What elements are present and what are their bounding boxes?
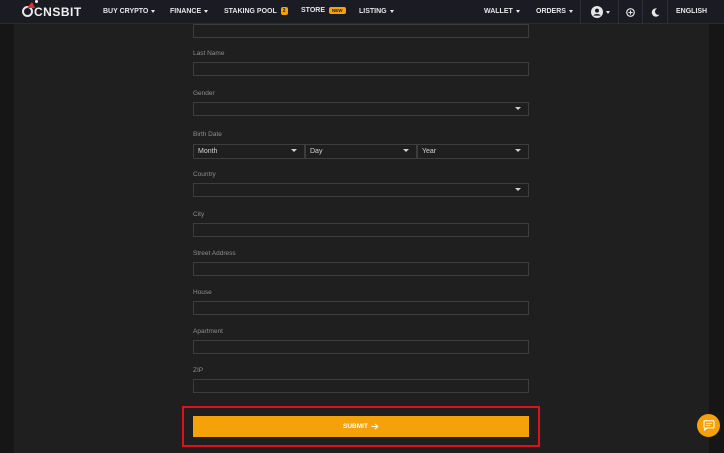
first-name-input[interactable]	[193, 24, 529, 38]
nav-listing-label: LISTING	[359, 8, 387, 15]
chevron-down-icon	[515, 188, 521, 191]
nav-wallet-label: WALLET	[484, 8, 513, 15]
submit-label: SUBMIT	[343, 423, 368, 430]
nav-listing[interactable]: LISTING	[359, 8, 394, 15]
submit-button[interactable]: SUBMIT	[193, 416, 529, 437]
download-icon	[625, 7, 635, 17]
nav-divider	[618, 0, 619, 24]
house-label: House	[193, 289, 212, 296]
store-new-badge: NEW	[329, 7, 346, 14]
gender-label: Gender	[193, 90, 215, 97]
download-app-button[interactable]	[620, 0, 640, 24]
chevron-down-icon	[291, 149, 297, 152]
chevron-down-icon	[151, 10, 156, 13]
user-avatar-icon	[590, 6, 603, 18]
nav-orders-label: ORDERS	[536, 8, 566, 15]
street-address-input[interactable]	[193, 262, 529, 276]
birth-month-select[interactable]: Month	[193, 144, 305, 159]
birth-date-label: Birth Date	[193, 131, 222, 138]
birth-day-select[interactable]: Day	[305, 144, 417, 159]
nav-finance[interactable]: FINANCE	[170, 8, 209, 15]
nav-divider	[580, 0, 581, 24]
language-label: ENGLISH	[676, 8, 708, 15]
staking-pool-badge: 2	[280, 7, 288, 15]
chevron-down-icon	[568, 10, 573, 13]
zip-input[interactable]	[193, 379, 529, 393]
nav-orders[interactable]: ORDERS	[536, 8, 573, 15]
country-select[interactable]	[193, 183, 529, 197]
nav-divider	[667, 0, 668, 24]
language-selector[interactable]: ENGLISH	[676, 8, 707, 15]
chevron-down-icon	[403, 149, 409, 152]
chat-icon	[703, 420, 714, 431]
nav-buy-crypto-label: BUY CRYPTO	[103, 8, 149, 15]
last-name-label: Last Name	[193, 50, 225, 57]
account-menu-button[interactable]	[588, 0, 612, 24]
chevron-down-icon	[605, 10, 610, 14]
nav-divider	[642, 0, 643, 24]
birth-month-value: Month	[198, 148, 218, 155]
birth-day-value: Day	[310, 148, 323, 155]
chevron-down-icon	[204, 10, 209, 13]
city-label: City	[193, 211, 205, 218]
street-address-label: Street Address	[193, 250, 236, 257]
birth-year-select[interactable]: Year	[417, 144, 529, 159]
brand-logo[interactable]: CNSBIT	[22, 0, 82, 19]
brand-name: CNSBIT	[34, 4, 82, 19]
country-label: Country	[193, 171, 216, 178]
house-input[interactable]	[193, 301, 529, 315]
nav-store-label: STORE	[301, 7, 325, 14]
last-name-input[interactable]	[193, 62, 529, 76]
chevron-down-icon	[515, 149, 521, 152]
nav-buy-crypto[interactable]: BUY CRYPTO	[103, 8, 156, 15]
apartment-label: Apartment	[193, 328, 223, 335]
arrow-right-icon	[371, 423, 379, 430]
chevron-down-icon	[515, 10, 520, 13]
nav-store[interactable]: STORE NEW	[301, 7, 346, 14]
live-chat-button[interactable]	[697, 414, 720, 437]
theme-toggle-button[interactable]	[645, 0, 665, 24]
chevron-down-icon	[515, 107, 521, 110]
nav-staking-pool[interactable]: STAKING POOL 2	[224, 7, 288, 15]
zip-label: ZIP	[193, 367, 204, 374]
santa-hat-logo-icon	[22, 0, 38, 17]
birth-year-value: Year	[422, 148, 437, 155]
chevron-down-icon	[389, 10, 394, 13]
city-input[interactable]	[193, 223, 529, 237]
nav-staking-pool-label: STAKING POOL	[224, 7, 277, 15]
nav-wallet[interactable]: WALLET	[484, 8, 520, 15]
moon-icon	[651, 7, 659, 17]
gender-select[interactable]	[193, 102, 529, 116]
apartment-input[interactable]	[193, 340, 529, 354]
top-navigation-bar: CNSBIT BUY CRYPTO FINANCE STAKING POOL 2…	[0, 0, 724, 24]
nav-finance-label: FINANCE	[170, 8, 202, 15]
